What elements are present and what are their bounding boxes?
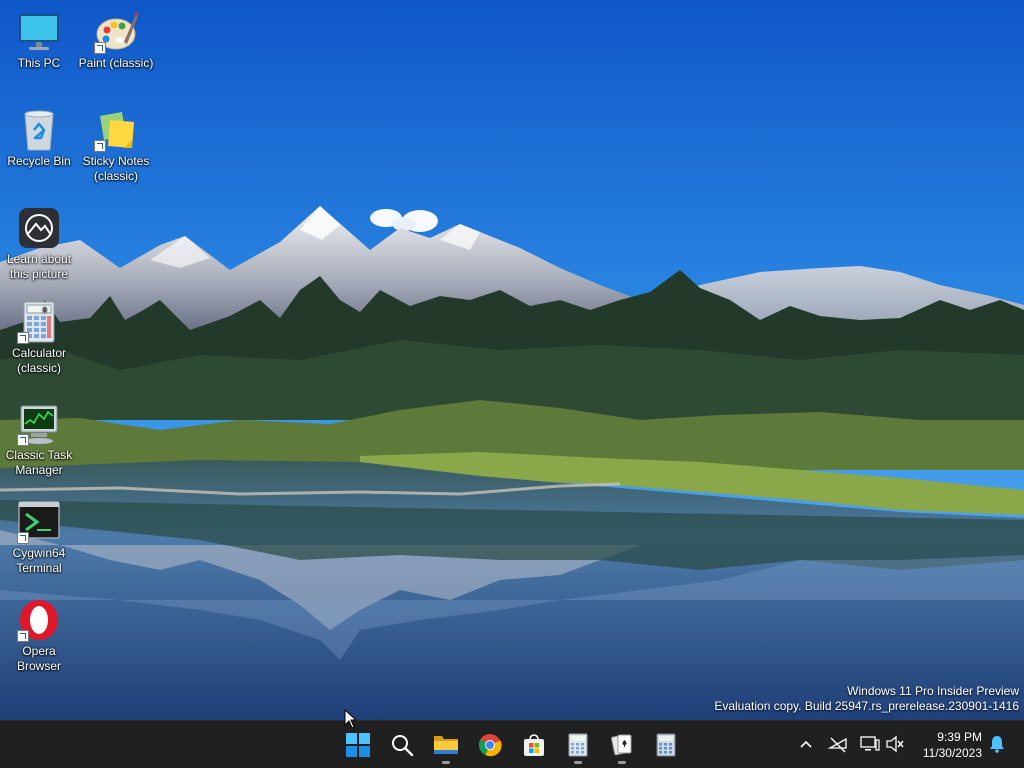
running-indicator [442, 761, 450, 764]
shortcut-arrow-icon [94, 42, 106, 54]
task-manager-icon [17, 402, 61, 446]
desktop-icon-label: Opera Browser [16, 644, 61, 673]
volume-muted-icon [886, 735, 904, 753]
sticky-notes-icon [94, 108, 138, 152]
start-button[interactable] [338, 725, 378, 765]
camera-icon [17, 206, 61, 250]
network-disconnected-icon [828, 737, 847, 753]
network-status-button[interactable] [827, 733, 849, 755]
windows-logo-icon [346, 733, 370, 757]
calculator-button[interactable] [558, 725, 598, 765]
shortcut-arrow-icon [17, 630, 29, 642]
shortcut-arrow-icon [17, 434, 29, 446]
display-button[interactable] [859, 733, 881, 755]
mouse-cursor-icon [344, 709, 358, 729]
desktop-icon-label: Learn about this picture [6, 252, 72, 281]
calculator-icon: 0 [17, 300, 61, 344]
search-button[interactable] [382, 725, 422, 765]
desktop-icon-label: Classic Task Manager [5, 448, 73, 477]
desktop-icon-learn-about-picture[interactable]: Learn about this picture [1, 198, 77, 282]
desktop-icon-paint[interactable]: Paint (classic) [78, 2, 154, 71]
desktop-icon-calculator[interactable]: 0 Calculator (classic) [1, 292, 77, 376]
solitaire-button[interactable] [602, 725, 642, 765]
paint-icon [94, 10, 138, 54]
file-explorer-button[interactable] [426, 725, 466, 765]
volume-button[interactable] [884, 733, 906, 755]
desktop-icon-label: Cygwin64 Terminal [12, 546, 66, 575]
watermark-line-build: Evaluation copy. Build 25947.rs_prerelea… [714, 699, 1019, 713]
svg-text:0: 0 [43, 307, 47, 315]
store-button[interactable] [514, 725, 554, 765]
taskbar: 9:39 PM 11/30/2023 [0, 720, 1024, 768]
evaluation-watermark: Windows 11 Pro Insider Preview Evaluatio… [714, 684, 1019, 714]
cards-icon [611, 734, 632, 756]
chevron-up-icon [800, 740, 812, 748]
desktop-icon-label: Sticky Notes (classic) [82, 154, 150, 183]
watermark-line-edition: Windows 11 Pro Insider Preview [847, 684, 1019, 698]
desktop-icon-label: This PC [17, 56, 61, 70]
show-hidden-icons-button[interactable] [795, 733, 817, 755]
store-icon [524, 734, 544, 756]
shortcut-arrow-icon [94, 140, 106, 152]
clock[interactable]: 9:39 PM 11/30/2023 [923, 729, 982, 761]
calculator-icon [568, 733, 588, 757]
clock-date: 11/30/2023 [922, 746, 982, 760]
opera-icon [17, 598, 61, 642]
running-indicator [618, 761, 626, 764]
terminal-icon [17, 500, 61, 544]
desktop-icon-label: Calculator (classic) [11, 346, 67, 375]
folder-icon [434, 736, 458, 754]
desktop-icon-cygwin-terminal[interactable]: Cygwin64 Terminal [1, 492, 77, 576]
desktop-icon-opera[interactable]: Opera Browser [1, 590, 77, 674]
chrome-icon [479, 734, 502, 757]
chrome-button[interactable] [470, 725, 510, 765]
desktop-icon-this-pc[interactable]: This PC [1, 2, 77, 71]
desktop-icon-sticky-notes[interactable]: Sticky Notes (classic) [78, 100, 154, 184]
bell-icon [990, 736, 1004, 753]
recycle-bin-icon [17, 108, 61, 152]
clock-time: 9:39 PM [937, 730, 982, 744]
running-indicator [574, 761, 582, 764]
desktop-icon-label: Paint (classic) [78, 56, 154, 70]
display-icon [860, 736, 880, 751]
this-pc-icon [17, 10, 61, 54]
calculator-classic-button[interactable] [646, 725, 686, 765]
calculator-icon [656, 733, 676, 757]
search-icon [392, 735, 414, 757]
shortcut-arrow-icon [17, 332, 29, 344]
desktop-icon-recycle-bin[interactable]: Recycle Bin [1, 100, 77, 169]
desktop-icon-label: Recycle Bin [7, 154, 71, 168]
desktop-icon-task-manager[interactable]: Classic Task Manager [1, 394, 77, 478]
notification-center-button[interactable] [986, 733, 1008, 755]
shortcut-arrow-icon [17, 532, 29, 544]
